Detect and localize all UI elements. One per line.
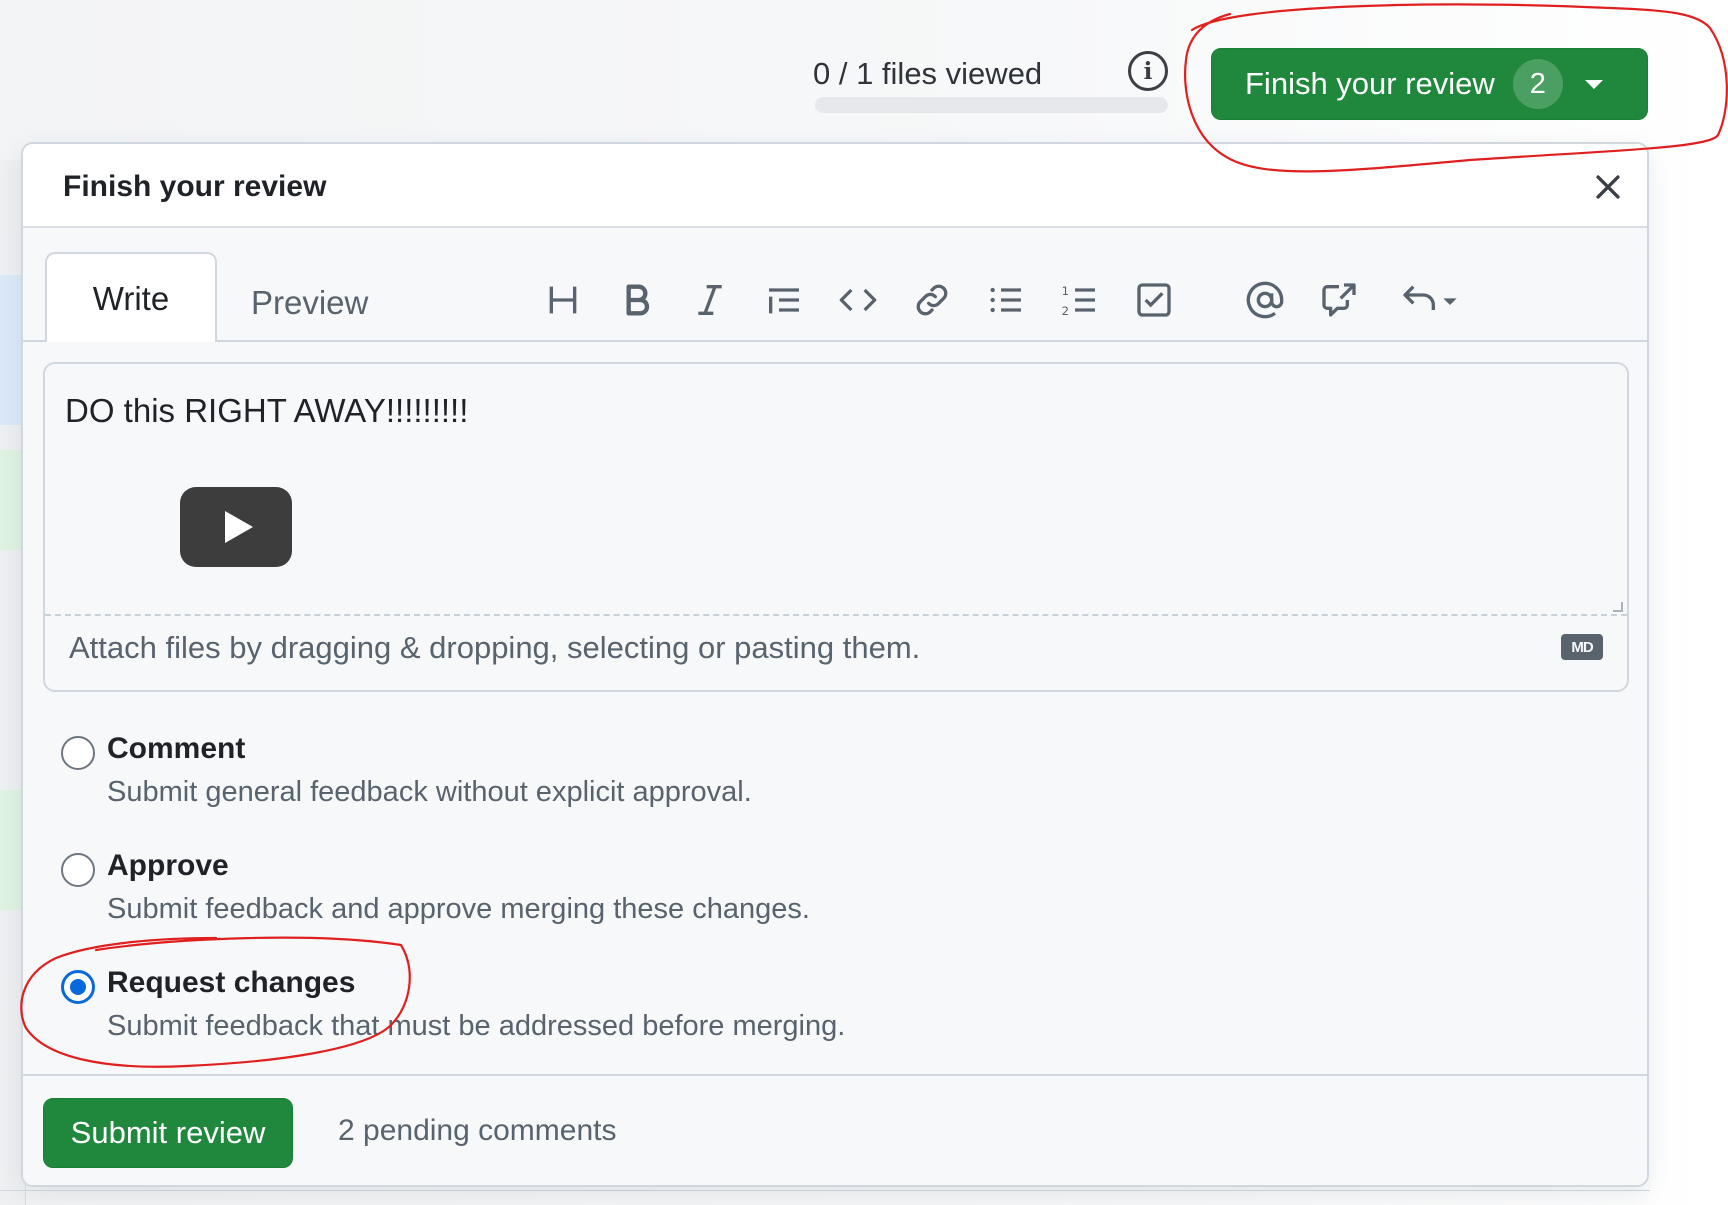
dialog-footer: Submit review 2 pending comments (23, 1074, 1647, 1185)
finish-review-dialog: Finish your review Write Preview 1 2 DO … (21, 142, 1649, 1187)
files-viewed-counter: 0 / 1 files viewed (813, 56, 1043, 91)
option-approve[interactable]: Approve Submit feedback and approve merg… (61, 849, 1261, 949)
unordered-list-icon[interactable] (984, 278, 1028, 322)
radio-approve[interactable] (61, 853, 95, 887)
close-icon[interactable] (1591, 170, 1625, 204)
heading-icon[interactable] (541, 278, 585, 322)
files-viewed-progress (815, 97, 1168, 113)
italic-icon[interactable] (688, 278, 732, 322)
background-divider (0, 1190, 1650, 1191)
finish-review-label: Finish your review (1245, 66, 1495, 101)
chevron-down-icon (1584, 79, 1603, 89)
task-list-icon[interactable] (1132, 278, 1176, 322)
option-approve-description: Submit feedback and approve merging thes… (107, 893, 810, 925)
review-comment-text: DO this RIGHT AWAY!!!!!!!!! (65, 392, 469, 429)
radio-request-changes[interactable] (61, 970, 95, 1004)
option-comment[interactable]: Comment Submit general feedback without … (61, 732, 1261, 832)
link-icon[interactable] (910, 278, 954, 322)
option-comment-label: Comment (107, 732, 246, 765)
review-comment-textarea[interactable]: DO this RIGHT AWAY!!!!!!!!! Attach files… (43, 362, 1629, 692)
editor-tabs-bar: Write Preview 1 2 (23, 228, 1647, 344)
markdown-icon: MD (1561, 634, 1603, 660)
svg-text:1: 1 (1062, 284, 1069, 298)
option-request-changes-description: Submit feedback that must be addressed b… (107, 1010, 846, 1042)
radio-comment[interactable] (61, 736, 95, 770)
pending-comments-text: 2 pending comments (338, 1114, 617, 1147)
svg-text:2: 2 (1062, 304, 1069, 318)
option-comment-description: Submit general feedback without explicit… (107, 776, 752, 808)
dialog-header: Finish your review (23, 144, 1647, 228)
code-icon[interactable] (836, 278, 880, 322)
info-icon[interactable]: i (1128, 51, 1168, 91)
bold-icon[interactable] (615, 278, 659, 322)
tab-write[interactable]: Write (45, 252, 217, 344)
option-request-changes[interactable]: Request changes Submit feedback that mus… (61, 966, 1261, 1066)
reference-icon[interactable] (1317, 278, 1361, 322)
attach-divider (45, 614, 1627, 616)
editor-body: DO this RIGHT AWAY!!!!!!!!! Attach files… (23, 342, 1647, 1185)
dialog-title: Finish your review (63, 170, 327, 203)
option-request-changes-label: Request changes (107, 966, 356, 999)
attach-files-hint[interactable]: Attach files by dragging & dropping, sel… (69, 630, 920, 666)
finish-review-button[interactable]: Finish your review 2 (1211, 48, 1648, 120)
resize-handle-icon[interactable] (1613, 602, 1623, 612)
option-approve-label: Approve (107, 849, 229, 882)
reply-icon[interactable] (1395, 278, 1465, 322)
pending-count-badge: 2 (1512, 59, 1563, 109)
screen: 0 / 1 files viewed i Finish your review … (0, 0, 1728, 1205)
play-icon[interactable] (180, 487, 292, 567)
quote-icon[interactable] (762, 278, 806, 322)
submit-review-button[interactable]: Submit review (43, 1098, 293, 1168)
tab-preview[interactable]: Preview (251, 284, 368, 322)
mention-icon[interactable] (1243, 278, 1287, 322)
ordered-list-icon[interactable]: 12 (1058, 278, 1102, 322)
